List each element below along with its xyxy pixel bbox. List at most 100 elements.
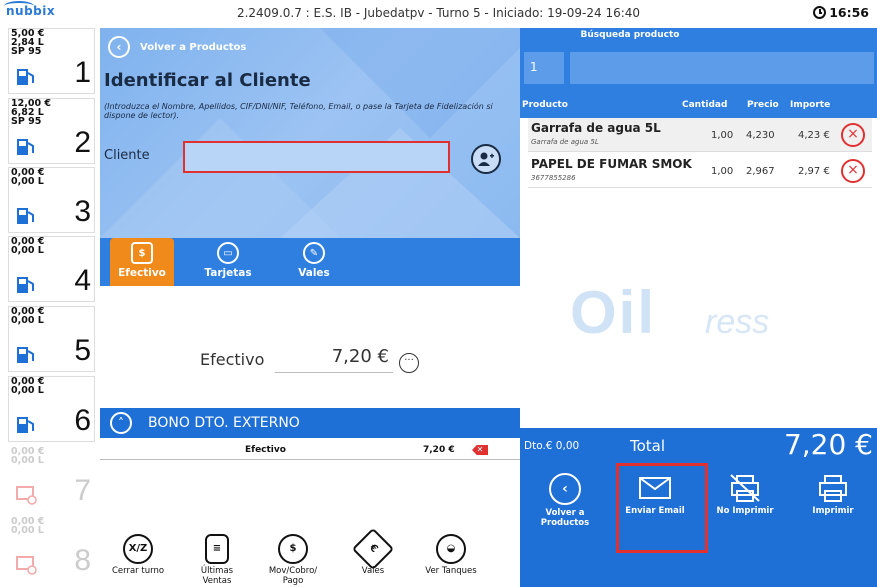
vales-button[interactable]: € Vales <box>348 527 398 576</box>
page-title: Identificar al Cliente <box>104 70 311 91</box>
efectivo-amount-input[interactable]: 7,20 € <box>275 346 393 373</box>
identify-customer-panel: ‹ Volver a Productos Identificar al Clie… <box>100 28 520 238</box>
back-to-products-link[interactable]: ‹ Volver a Productos <box>108 36 246 58</box>
pump-number: 5 <box>74 334 91 367</box>
pump-5[interactable]: 0,00 €0,00 L 5 <box>8 306 95 372</box>
product-search-header: Búsqueda producto 1 Producto Cantidad Pr… <box>520 28 877 118</box>
tab-vales[interactable]: ✎ Vales <box>282 238 346 286</box>
print-icon <box>815 473 851 503</box>
product-name: Garrafa de agua 5L <box>531 121 661 135</box>
product-price: 4,230 <box>746 130 775 141</box>
payment-tabs: $ Efectivo ▭ Tarjetas ✎ Vales <box>100 238 520 286</box>
cliente-input[interactable] <box>183 141 450 173</box>
payment-line: Efectivo 7,20 € ✕ <box>100 438 520 460</box>
card-icon: ▭ <box>217 242 239 264</box>
clock: 16:56 <box>813 5 869 20</box>
product-list: Oil ress Garrafa de agua 5L Garrafa de a… <box>520 118 877 428</box>
bono-header[interactable]: ˄ BONO DTO. EXTERNO <box>100 408 520 438</box>
col-producto: Producto <box>522 100 568 110</box>
pump-1[interactable]: 5,00 €2,84 L SP 95 1 <box>8 28 95 94</box>
pump-6[interactable]: 0,00 €0,00 L 6 <box>8 376 95 442</box>
pump-2[interactable]: 12,00 €6,82 L SP 95 2 <box>8 98 95 164</box>
cliente-label: Cliente <box>104 148 150 163</box>
delete-payment-icon[interactable]: ✕ <box>472 445 488 455</box>
tab-efectivo[interactable]: $ Efectivo <box>110 238 174 286</box>
mov-cobro-pago-button[interactable]: $ Mov/Cobro/ Pago <box>260 534 326 586</box>
product-row[interactable]: PAPEL DE FUMAR SMOK 3677855286 1,00 2,96… <box>528 154 872 188</box>
add-user-icon <box>478 152 494 166</box>
oilpress-logo: Oil <box>570 279 657 346</box>
bono-title: BONO DTO. EXTERNO <box>148 415 300 431</box>
no-print-button[interactable]: No Imprimir <box>700 473 790 516</box>
payment-method: Efectivo <box>245 445 286 455</box>
product-code: Garrafa de agua 5L <box>531 138 599 146</box>
fuel-pump-icon <box>17 208 34 224</box>
tank-icon: ◒ <box>436 534 466 564</box>
ticket-actions: ‹ Volver a Productos Enviar Email No Imp… <box>520 463 877 587</box>
search-input[interactable] <box>570 52 874 84</box>
pump-number: 1 <box>74 56 91 89</box>
background-pattern <box>100 28 520 238</box>
pump-values: 5,00 €2,84 L SP 95 <box>11 28 45 57</box>
fuel-pump-icon <box>17 347 34 363</box>
chevron-left-icon: ‹ <box>108 36 130 58</box>
product-code: 3677855286 <box>531 174 576 182</box>
receipt-icon: ≡ <box>205 534 229 564</box>
pump-disabled-icon <box>16 486 37 505</box>
pump-4[interactable]: 0,00 €0,00 L 4 <box>8 236 95 302</box>
fuel-pump-icon <box>17 417 34 433</box>
print-button[interactable]: Imprimir <box>788 473 877 516</box>
back-to-products-button[interactable]: ‹ Volver a Productos <box>520 473 610 528</box>
fuel-pump-icon <box>17 69 34 85</box>
add-user-button[interactable] <box>471 144 501 174</box>
fuel-pump-icon <box>17 139 34 155</box>
remove-item-icon[interactable]: × <box>841 123 865 147</box>
pump-number: 2 <box>74 126 91 159</box>
pump-3[interactable]: 0,00 €0,00 L 3 <box>8 167 95 233</box>
col-importe: Importe <box>790 100 831 110</box>
pump-number: 3 <box>74 195 91 228</box>
pump-values: 0,00 €0,00 L <box>11 376 45 396</box>
more-options-icon[interactable]: ··· <box>399 353 419 373</box>
oilpress-logo-suffix: ress <box>705 303 770 341</box>
pump-values: 0,00 €0,00 L <box>11 167 45 187</box>
col-precio: Precio <box>747 100 779 110</box>
voucher-icon: € <box>351 527 395 571</box>
session-info: 2.2409.0.7 : E.S. IB - Jubedatpv - Turno… <box>236 6 641 20</box>
pump-number: 4 <box>74 264 91 297</box>
quantity-input[interactable]: 1 <box>524 52 564 84</box>
search-label: Búsqueda producto <box>580 30 680 40</box>
product-row[interactable]: Garrafa de agua 5L Garrafa de agua 5L 1,… <box>528 118 872 152</box>
pump-values: 0,00 €0,00 L <box>11 446 45 466</box>
remove-item-icon[interactable]: × <box>841 159 865 183</box>
discount-value: Dto.€ 0,00 <box>524 440 580 452</box>
ver-tanques-button[interactable]: ◒ Ver Tanques <box>418 534 484 576</box>
money-icon: $ <box>278 534 308 564</box>
top-bar: nubbix 2.2409.0.7 : E.S. IB - Jubedatpv … <box>0 0 877 28</box>
tab-tarjetas[interactable]: ▭ Tarjetas <box>196 238 260 286</box>
voucher-icon: ✎ <box>303 242 325 264</box>
pump-8[interactable]: 0,00 €0,00 L 8 <box>8 516 95 582</box>
product-price: 2,967 <box>746 166 775 177</box>
clock-icon <box>813 6 827 19</box>
xz-icon: X/Z <box>123 534 153 564</box>
col-cantidad: Cantidad <box>682 100 728 110</box>
total-label: Total <box>630 437 666 455</box>
chevron-up-icon: ˄ <box>110 412 132 434</box>
cash-icon: $ <box>131 242 153 264</box>
ultimas-ventas-button[interactable]: ≡ Últimas Ventas <box>192 534 242 586</box>
fuel-pump-icon <box>17 277 34 293</box>
total-bar: Dto.€ 0,00 Total 7,20 € <box>520 428 877 463</box>
payment-amount: 7,20 € <box>423 445 455 455</box>
product-qty: 1,00 <box>711 166 734 177</box>
pos-screen: nubbix 2.2409.0.7 : E.S. IB - Jubedatpv … <box>0 0 877 587</box>
product-qty: 1,00 <box>711 130 734 141</box>
cerrar-turno-button[interactable]: X/Z Cerrar turno <box>108 534 168 576</box>
pump-disabled-icon <box>16 556 37 575</box>
no-print-icon <box>727 473 763 503</box>
pump-7[interactable]: 0,00 €0,00 L 7 <box>8 446 95 512</box>
clock-time: 16:56 <box>829 5 869 20</box>
cash-entry-area: Efectivo 7,20 € ··· <box>100 286 520 408</box>
efectivo-label: Efectivo <box>200 350 265 369</box>
highlight-box <box>616 463 708 553</box>
